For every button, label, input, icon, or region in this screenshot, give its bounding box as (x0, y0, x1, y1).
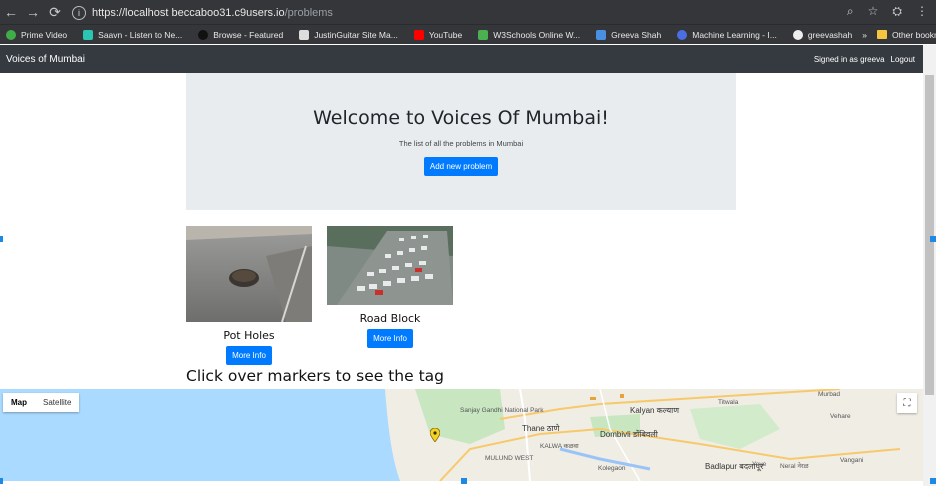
google-map[interactable]: Map Satellite ⛶ Sanjay Gandhi National P… (0, 389, 923, 481)
map-label-mulund: MULUND WEST (485, 455, 534, 462)
bookmark-saavn[interactable]: Saavn - Listen to Ne... (77, 29, 182, 40)
globe-icon (198, 29, 209, 40)
problem-card-road-block: Road Block More Info (327, 226, 453, 348)
map-type-control: Map Satellite (3, 393, 80, 412)
map-label-kolegaon: Kolegaon (598, 465, 626, 472)
map-label-national-park: Sanjay Gandhi National Park (460, 407, 544, 414)
folder-icon (876, 30, 887, 39)
more-bookmarks-chevron[interactable]: » (862, 30, 867, 40)
other-bookmarks[interactable]: Other bookmarks (892, 30, 936, 40)
incognito-icon[interactable]: ⛭ (892, 4, 902, 19)
scrollbar-thumb[interactable] (925, 75, 934, 395)
problem-card-pot-holes: Pot Holes More Info (186, 226, 312, 365)
bookmark-youtube[interactable]: YouTube (408, 29, 462, 40)
youtube-icon (413, 29, 424, 40)
reload-icon[interactable]: ⟳ (44, 0, 66, 24)
menu-icon[interactable]: ⋮ (916, 4, 928, 19)
resize-handle-bottom-right[interactable] (930, 478, 936, 484)
page-subtitle: The list of all the problems in Mumbai (398, 139, 524, 148)
map-label-vehare: Vehare (830, 413, 851, 420)
bookmark-greeva-shah[interactable]: Greeva Shah (590, 29, 661, 40)
bookmark-machine-learning[interactable]: Machine Learning - I... (671, 29, 777, 40)
road-block-image[interactable] (327, 226, 453, 305)
forward-icon[interactable]: → (22, 0, 44, 24)
resize-handle-right[interactable] (930, 236, 936, 242)
bookmark-greevashah[interactable]: greevashah (787, 29, 852, 40)
saavn-icon (83, 29, 94, 40)
cloud-icon (596, 29, 607, 40)
guitar-icon (299, 29, 310, 40)
signed-in-text: Signed in as greeva (813, 54, 885, 64)
bookmark-prime-video[interactable]: Prime Video (0, 29, 67, 40)
map-instructions-heading: Click over markers to see the tag (186, 367, 444, 385)
map-type-satellite-button[interactable]: Satellite (35, 393, 79, 412)
fullscreen-icon[interactable]: ⛶ (897, 393, 917, 413)
map-label-titwala: Titwala (718, 399, 739, 406)
page-title: Welcome to Voices Of Mumbai! (313, 107, 609, 129)
w3schools-icon (478, 29, 489, 40)
map-label-kalyan: Kalyan कल्याण (630, 406, 679, 415)
resize-handle-bottom[interactable] (461, 478, 467, 484)
resize-handle-bottom-left[interactable] (0, 478, 3, 484)
map-label-dombivli: Dombivli डोंबिवली (600, 430, 658, 439)
logout-link[interactable]: Logout (891, 55, 915, 64)
map-label-neral: Neral नेरळ (780, 463, 809, 470)
bookmark-justinguitar[interactable]: JustinGuitar Site Ma... (293, 29, 398, 40)
card-title-road-block: Road Block (359, 312, 421, 325)
url-path: /problems (284, 6, 333, 19)
map-label-kalwa: KALWA कळवा (540, 443, 579, 450)
star-icon[interactable]: ☆ (868, 4, 879, 19)
map-label-vangani: Vangani (840, 457, 864, 464)
play-icon (6, 29, 16, 40)
map-label-yeve: Yeve (752, 461, 767, 468)
site-info-icon[interactable]: i (72, 5, 86, 20)
resize-handle-left[interactable] (0, 236, 3, 242)
bookmarks-bar: Prime Video Saavn - Listen to Ne... Brow… (0, 24, 936, 44)
bookmark-w3schools[interactable]: W3Schools Online W... (472, 29, 580, 40)
zoom-icon[interactable]: ⌕ (847, 4, 854, 19)
welcome-jumbotron: Welcome to Voices Of Mumbai! The list of… (186, 73, 736, 210)
map-type-map-button[interactable]: Map (3, 393, 35, 412)
map-label-thane: Thane ठाणे (522, 424, 560, 433)
brand-link[interactable]: Voices of Mumbai (6, 54, 85, 65)
pothole-image[interactable] (186, 226, 312, 323)
card-title-pot-holes: Pot Holes (223, 329, 275, 342)
map-marker-icon[interactable] (430, 428, 440, 442)
add-new-problem-button[interactable]: Add new problem (423, 157, 499, 176)
more-info-button-pot-holes[interactable]: More Info (226, 346, 272, 365)
page-scrollbar[interactable] (923, 45, 936, 486)
github-icon (792, 29, 803, 40)
bookmark-browse-featured[interactable]: Browse - Featured (192, 29, 283, 40)
map-label-murbad: Murbad (818, 391, 841, 398)
more-info-button-road-block[interactable]: More Info (367, 329, 413, 348)
browser-toolbar: ← → ⟳ i https://localhost beccaboo31.c9u… (0, 0, 936, 24)
site-navbar: Voices of Mumbai Signed in as greeva Log… (0, 45, 923, 73)
url-host: https://localhost beccaboo31.c9users.io (92, 6, 285, 19)
coursera-icon (677, 29, 688, 40)
back-icon[interactable]: ← (0, 0, 22, 24)
address-bar[interactable]: i https://localhost beccaboo31.c9users.i… (72, 3, 892, 22)
